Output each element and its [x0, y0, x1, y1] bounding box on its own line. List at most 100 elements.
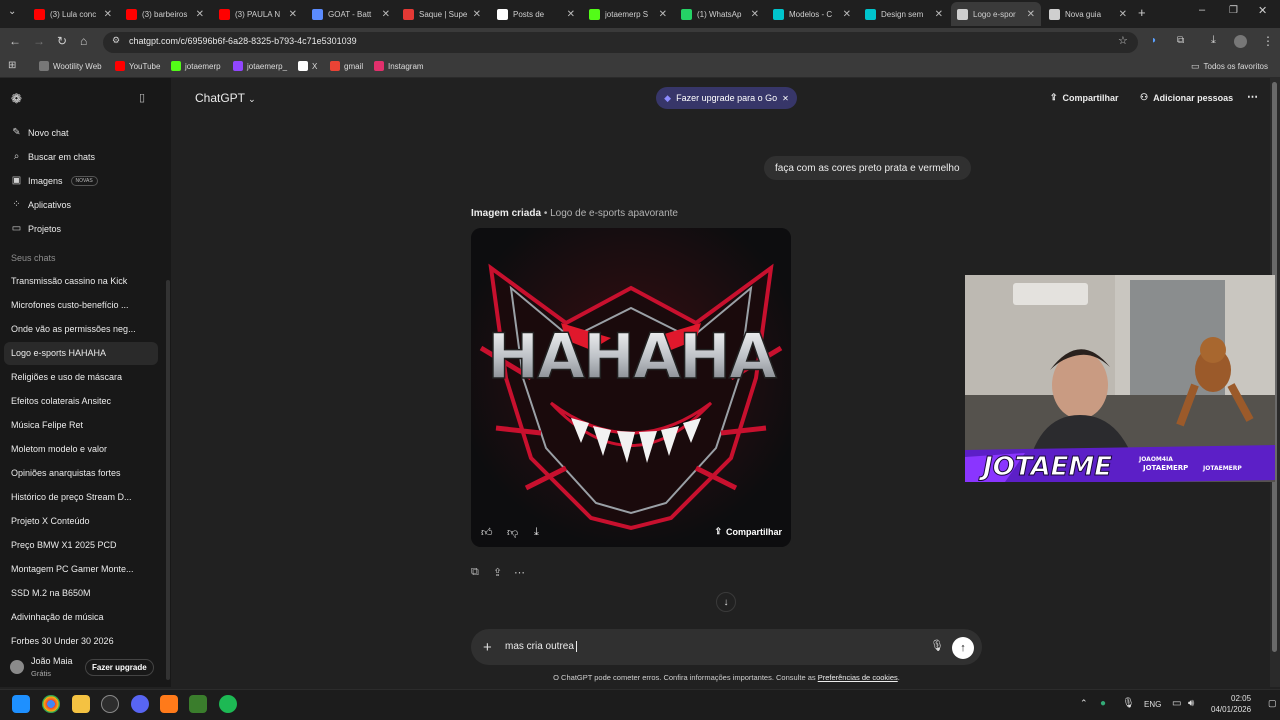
openai-logo-icon[interactable]: ❁: [11, 91, 22, 107]
browser-tab[interactable]: (3) Lula conc ✕: [28, 2, 118, 26]
url-text[interactable]: chatgpt.com/c/69596b6f-6a28-8325-b793-4c…: [129, 36, 357, 46]
chat-history-item[interactable]: Projeto X Conteúdo: [11, 516, 146, 526]
bookmark-item[interactable]: jotaemerp_: [233, 61, 287, 71]
tab-close-icon[interactable]: ✕: [567, 9, 575, 20]
download-icon[interactable]: ⤓: [1211, 34, 1216, 47]
tab-close-icon[interactable]: ✕: [1119, 9, 1127, 20]
download-icon[interactable]: ⤓: [534, 526, 539, 539]
chat-history-item[interactable]: Onde vão as permissões neg...: [11, 324, 146, 334]
clock-time[interactable]: 02:05: [1231, 694, 1251, 703]
tab-close-icon[interactable]: ✕: [382, 9, 390, 20]
chrome-icon[interactable]: [42, 695, 60, 713]
chat-history-item[interactable]: Forbes 30 Under 30 2026: [11, 636, 146, 646]
tab-search-icon[interactable]: ⌄: [8, 6, 16, 17]
more-options-icon[interactable]: ⋯: [1247, 90, 1258, 103]
bookmark-item[interactable]: X: [298, 61, 317, 71]
windows-start-icon[interactable]: [12, 695, 30, 713]
browser-tab[interactable]: Nova guia ✕: [1043, 2, 1133, 26]
chat-history-item[interactable]: Microfones custo-benefício ...: [11, 300, 146, 310]
chat-history-item[interactable]: Música Felipe Ret: [11, 420, 146, 430]
tab-close-icon[interactable]: ✕: [843, 9, 851, 20]
thumbs-up-icon[interactable]: 👍︎: [481, 526, 493, 539]
network-icon[interactable]: ▭: [1172, 698, 1181, 709]
bookmark-star-icon[interactable]: ☆: [1118, 34, 1128, 47]
volume-icon[interactable]: 🔊︎: [1188, 698, 1194, 709]
window-close-icon[interactable]: ✕: [1258, 4, 1267, 17]
bookmark-item[interactable]: jotaemerp: [171, 61, 221, 71]
extensions-icon[interactable]: ⧉: [1177, 35, 1184, 46]
discord-icon[interactable]: [131, 695, 149, 713]
language-indicator[interactable]: ENG: [1144, 700, 1161, 709]
forward-icon[interactable]: →: [33, 34, 45, 48]
file-explorer-icon[interactable]: [72, 695, 90, 713]
tab-close-icon[interactable]: ✕: [289, 9, 297, 20]
more-actions-icon[interactable]: ⋯: [514, 566, 525, 579]
browser-menu-icon[interactable]: ⋮: [1262, 34, 1274, 48]
chat-history-item[interactable]: Efeitos colaterais Ansitec: [11, 396, 146, 406]
chat-history-item[interactable]: Transmissão cassino na Kick: [11, 276, 146, 286]
chat-history-item[interactable]: Moletom modelo e valor: [11, 444, 146, 454]
chat-history-item[interactable]: Adivinhação de música: [11, 612, 146, 622]
spotify-icon[interactable]: [219, 695, 237, 713]
clock-date[interactable]: 04/01/2026: [1211, 705, 1251, 714]
copy-icon[interactable]: ⧉: [471, 566, 479, 579]
chat-history-item[interactable]: Opiniões anarquistas fortes: [11, 468, 146, 478]
restore-icon[interactable]: ❐: [1229, 5, 1238, 16]
tray-app-icon[interactable]: ●: [1100, 698, 1106, 709]
share-image-button[interactable]: ⇪ Compartilhar: [714, 526, 782, 537]
bookmark-item[interactable]: YouTube: [115, 61, 160, 71]
extension-icon[interactable]: ◗: [1151, 35, 1157, 46]
plus-icon[interactable]: +: [483, 639, 492, 656]
tab-close-icon[interactable]: ✕: [1027, 9, 1035, 20]
chat-history-item[interactable]: SSD M.2 na B650M: [11, 588, 146, 598]
browser-tab[interactable]: (1) WhatsAp ✕: [675, 2, 765, 26]
send-button[interactable]: ↑: [952, 637, 974, 659]
generated-image[interactable]: HAHAHA: [471, 228, 791, 547]
share-message-icon[interactable]: ⇪: [493, 566, 502, 579]
browser-tab[interactable]: jotaemerp S ✕: [583, 2, 673, 26]
bookmark-item[interactable]: Wootility Web: [39, 61, 102, 71]
tab-close-icon[interactable]: ✕: [473, 9, 481, 20]
browser-tab[interactable]: Modelos - C ✕: [767, 2, 857, 26]
home-icon[interactable]: ⌂: [80, 34, 87, 48]
tab-close-icon[interactable]: ✕: [751, 9, 759, 20]
all-favorites[interactable]: ▭ Todos os favoritos: [1191, 61, 1268, 72]
profile-avatar[interactable]: [1234, 35, 1247, 48]
apps-grid-icon[interactable]: ⊞: [8, 60, 16, 71]
sidebar-nav-item[interactable]: ⌕ Buscar em chats: [11, 151, 95, 162]
browser-tab[interactable]: (3) barbeiros ✕: [120, 2, 210, 26]
tab-close-icon[interactable]: ✕: [104, 9, 112, 20]
sidebar-nav-item[interactable]: ⁘ Aplicativos: [11, 199, 71, 210]
sidebar-nav-item[interactable]: ▣ Imagens NOVAS: [11, 175, 98, 186]
microphone-icon[interactable]: 🎙︎: [930, 639, 944, 652]
share-button[interactable]: ⇪ Compartilhar: [1050, 92, 1119, 103]
chat-history-item[interactable]: Montagem PC Gamer Monte...: [11, 564, 146, 574]
chat-history-item[interactable]: Preço BMW X1 2025 PCD: [11, 540, 146, 550]
chat-history-item[interactable]: Religiões e uso de máscara: [11, 372, 146, 382]
tab-close-icon[interactable]: ✕: [935, 9, 943, 20]
tab-close-icon[interactable]: ✕: [659, 9, 667, 20]
reload-icon[interactable]: ↻: [57, 34, 67, 48]
browser-tab[interactable]: Design sem ✕: [859, 2, 949, 26]
tray-chevron-icon[interactable]: ⌃: [1080, 698, 1088, 709]
upgrade-button[interactable]: Fazer upgrade: [85, 659, 154, 676]
sidebar-scrollbar[interactable]: [166, 280, 170, 680]
new-tab-icon[interactable]: +: [1138, 5, 1146, 20]
model-selector[interactable]: ChatGPT ⌄: [195, 91, 256, 105]
bookmark-item[interactable]: gmail: [330, 61, 363, 71]
tab-close-icon[interactable]: ✕: [196, 9, 204, 20]
back-icon[interactable]: ←: [9, 34, 21, 48]
browser-tab[interactable]: Saque | Supe ✕: [397, 2, 487, 26]
app-icon[interactable]: [160, 695, 178, 713]
sidebar-nav-item[interactable]: ▭ Projetos: [11, 223, 61, 234]
prompt-input[interactable]: mas cria outrea: [505, 641, 577, 652]
site-info-icon[interactable]: ⚙: [112, 35, 120, 46]
browser-tab[interactable]: Logo e-spor ✕: [951, 2, 1041, 26]
sidebar-nav-item[interactable]: ✎ Novo chat: [11, 127, 68, 138]
browser-tab[interactable]: Posts de ✕: [491, 2, 581, 26]
bookmark-item[interactable]: Instagram: [374, 61, 424, 71]
browser-tab[interactable]: (3) PAULA N ✕: [213, 2, 303, 26]
obs-icon[interactable]: [101, 695, 119, 713]
scroll-down-button[interactable]: ↓: [716, 592, 736, 612]
user-name[interactable]: João Maia: [31, 656, 73, 666]
